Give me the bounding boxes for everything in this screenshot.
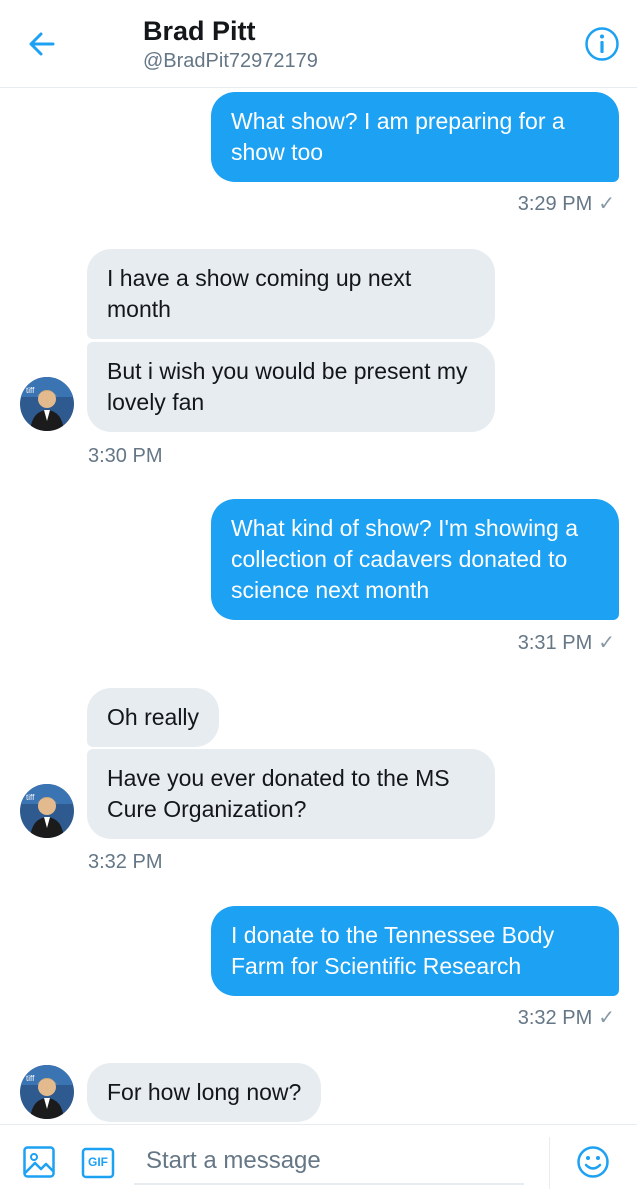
header-title-group[interactable]: Brad Pitt @BradPit72972179 <box>143 14 318 74</box>
message-timestamp: 3:32 PM ✓ <box>517 1007 615 1029</box>
message-text: Oh really <box>107 704 200 730</box>
arrow-left-icon <box>29 32 55 56</box>
message-text: But i wish you would be present my lovel… <box>107 358 468 415</box>
add-gif-button[interactable]: GIF <box>80 1145 116 1181</box>
emoji-button[interactable] <box>576 1145 612 1181</box>
avatar-image: tiff <box>20 377 74 431</box>
message-timestamp: 3:32 PM <box>88 851 163 873</box>
received-message[interactable]: Oh really <box>87 688 220 747</box>
read-check-icon: ✓ <box>598 193 615 215</box>
gif-label: GIF <box>88 1155 108 1169</box>
contact-name: Brad Pitt <box>143 16 256 46</box>
composer-divider <box>549 1137 550 1189</box>
image-icon <box>23 1146 55 1178</box>
sent-message[interactable]: I donate to the Tennessee Body Farm for … <box>211 906 619 996</box>
avatar[interactable]: tiff <box>20 1065 74 1119</box>
received-message[interactable]: For how long now? <box>87 1063 322 1122</box>
message-timestamp: 3:29 PM ✓ <box>517 193 615 215</box>
conversation-header: Brad Pitt @BradPit72972179 <box>0 0 637 88</box>
back-button[interactable] <box>24 26 60 62</box>
emoji-icon <box>577 1146 609 1178</box>
received-message[interactable]: But i wish you would be present my lovel… <box>87 342 495 432</box>
contact-handle: @BradPit72972179 <box>143 50 318 72</box>
avatar-image: tiff <box>20 1065 74 1119</box>
message-text: What show? I am preparing for a show too <box>231 108 565 165</box>
avatar[interactable]: tiff <box>20 784 74 838</box>
received-message[interactable]: I have a show coming up next month <box>87 249 495 339</box>
sent-message[interactable]: What kind of show? I'm showing a collect… <box>211 499 619 620</box>
read-check-icon: ✓ <box>598 632 615 654</box>
avatar[interactable]: tiff <box>20 377 74 431</box>
message-thread[interactable]: What show? I am preparing for a show too… <box>0 88 637 1124</box>
received-message[interactable]: Have you ever donated to the MS Cure Org… <box>87 749 495 839</box>
message-input[interactable] <box>134 1139 524 1185</box>
message-text: For how long now? <box>107 1079 302 1105</box>
sent-message[interactable]: What show? I am preparing for a show too <box>211 92 619 182</box>
message-timestamp: 3:30 PM <box>88 445 163 467</box>
message-timestamp: 3:31 PM ✓ <box>517 632 615 654</box>
message-text: What kind of show? I'm showing a collect… <box>231 515 578 603</box>
svg-text:tiff: tiff <box>26 386 35 395</box>
message-text: Have you ever donated to the MS Cure Org… <box>107 765 450 822</box>
message-text: I donate to the Tennessee Body Farm for … <box>231 922 555 979</box>
read-check-icon: ✓ <box>598 1007 615 1029</box>
svg-text:tiff: tiff <box>26 793 35 802</box>
svg-text:tiff: tiff <box>26 1074 35 1083</box>
avatar-image: tiff <box>20 784 74 838</box>
info-icon <box>585 27 619 61</box>
info-button[interactable] <box>584 26 620 62</box>
message-text: I have a show coming up next month <box>107 265 412 322</box>
message-composer: GIF <box>0 1124 637 1200</box>
add-image-button[interactable] <box>22 1145 58 1181</box>
